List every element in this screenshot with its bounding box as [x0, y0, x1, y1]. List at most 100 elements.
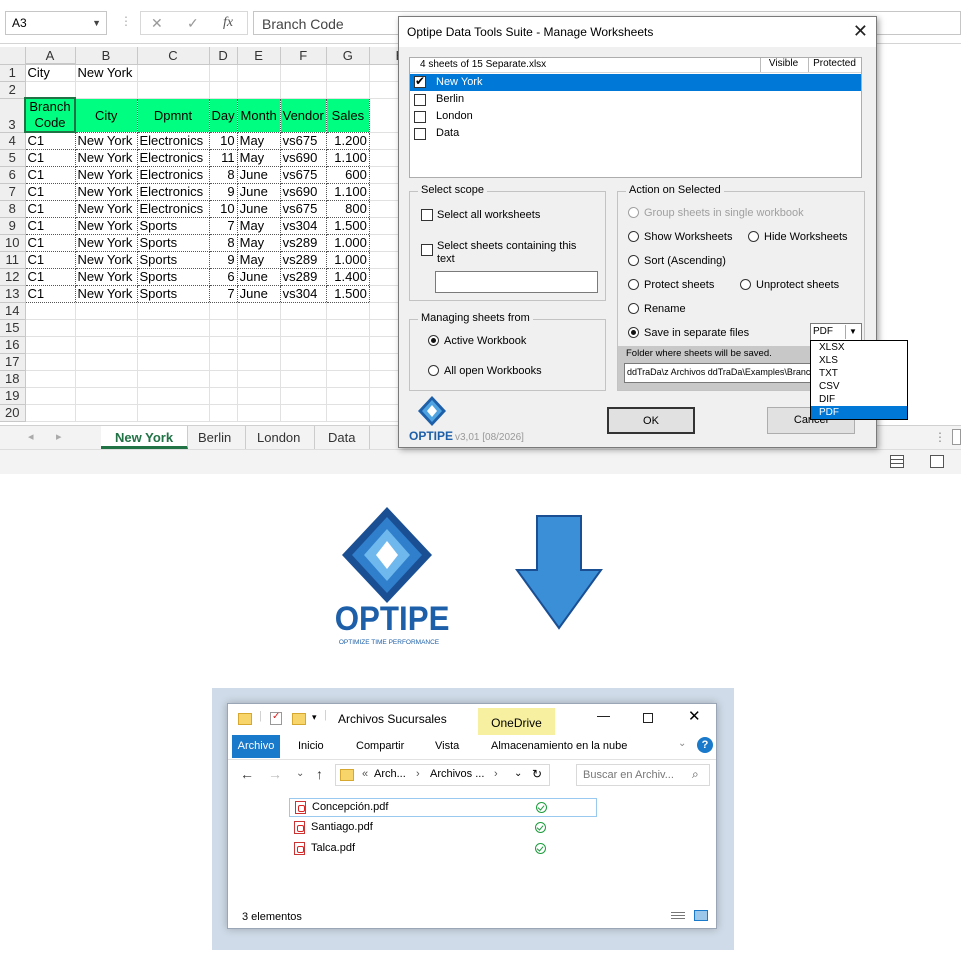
row-header[interactable]: 17	[0, 353, 26, 371]
chevron-down-icon[interactable]: ⌄	[678, 738, 686, 749]
row-header[interactable]: 12	[0, 268, 26, 286]
list-item[interactable]: ✔ New York	[410, 74, 861, 91]
select-containing-checkbox[interactable]	[421, 244, 433, 256]
cell[interactable]: Electronics	[136, 182, 210, 201]
cell[interactable]: C1	[24, 131, 76, 150]
row-header[interactable]: 18	[0, 370, 26, 388]
select-all-checkbox[interactable]	[421, 209, 433, 221]
tab-new-york[interactable]: New York	[101, 426, 189, 449]
ok-button[interactable]: OK	[607, 407, 695, 434]
cell[interactable]: June	[236, 284, 281, 303]
tab-prev-icon[interactable]: ◂	[28, 430, 34, 443]
row-header[interactable]: 3	[0, 98, 26, 133]
cell[interactable]: vs304	[279, 216, 327, 235]
cell[interactable]: vs690	[279, 148, 327, 167]
cell[interactable]: 8	[208, 165, 238, 184]
cell[interactable]: 800	[325, 199, 370, 218]
close-icon[interactable]: ✕	[688, 707, 701, 725]
cell[interactable]: Electronics	[136, 165, 210, 184]
header-cell[interactable]: Day	[208, 97, 238, 133]
cell[interactable]: C1	[24, 182, 76, 201]
list-item[interactable]: Concepción.pdf	[289, 798, 597, 817]
cell[interactable]: Sports	[136, 233, 210, 252]
maximize-icon[interactable]	[643, 713, 653, 723]
cell[interactable]: C1	[24, 148, 76, 167]
format-option-selected[interactable]: PDF	[811, 406, 907, 419]
row-header[interactable]: 19	[0, 387, 26, 405]
cell[interactable]: New York	[74, 165, 138, 184]
ribbon-tab-cloud[interactable]: Almacenamiento en la nube	[491, 740, 627, 752]
chevron-down-icon[interactable]: ⌄	[514, 768, 522, 779]
cell[interactable]: Electronics	[136, 199, 210, 218]
cell[interactable]: 1.000	[325, 233, 370, 252]
close-icon[interactable]: ✕	[853, 21, 868, 42]
confirm-icon[interactable]: ✓	[187, 15, 199, 32]
row-header[interactable]: 15	[0, 319, 26, 337]
cell[interactable]: Sports	[136, 267, 210, 286]
format-select[interactable]: PDF ▼	[810, 323, 862, 341]
name-box[interactable]: A3 ▼	[5, 11, 107, 35]
cancel-icon[interactable]: ✕	[151, 15, 163, 32]
new-folder-icon[interactable]	[292, 713, 306, 725]
cell[interactable]: New York	[74, 182, 138, 201]
cell[interactable]: New York	[74, 250, 138, 269]
column-header[interactable]: C	[137, 47, 210, 65]
normal-view-icon[interactable]	[890, 455, 904, 468]
row-header[interactable]: 20	[0, 404, 26, 422]
quick-access-dropdown-icon[interactable]: ▾	[312, 712, 317, 723]
breadcrumb-item[interactable]: Arch...	[374, 768, 406, 780]
cell[interactable]: C1	[24, 267, 76, 286]
header-cell[interactable]: Branch Code	[24, 97, 76, 133]
back-icon[interactable]: ←	[240, 766, 254, 782]
tab-london[interactable]: London	[243, 426, 316, 449]
cell[interactable]: 1.000	[325, 250, 370, 269]
cell[interactable]: New York	[74, 216, 138, 235]
cell[interactable]: vs675	[279, 165, 327, 184]
onedrive-tab[interactable]: OneDrive	[478, 708, 555, 735]
cell[interactable]: 6	[208, 267, 238, 286]
list-item[interactable]: Talca.pdf	[289, 840, 597, 859]
ribbon-tab-inicio[interactable]: Inicio	[298, 740, 324, 752]
format-option[interactable]: CSV	[811, 380, 907, 393]
breadcrumb-item[interactable]: Archivos ...	[430, 768, 484, 780]
all-open-radio[interactable]	[428, 365, 439, 376]
row-header[interactable]: 4	[0, 132, 26, 150]
sort-radio[interactable]	[628, 255, 639, 266]
unprotect-radio[interactable]	[740, 279, 751, 290]
cell[interactable]: June	[236, 165, 281, 184]
cell[interactable]: vs690	[279, 182, 327, 201]
cell[interactable]: Sports	[136, 216, 210, 235]
cell[interactable]: New York	[74, 284, 138, 303]
cell[interactable]: 1.500	[325, 216, 370, 235]
row-header[interactable]: 1	[0, 64, 26, 82]
cell[interactable]: June	[236, 199, 281, 218]
cell[interactable]: New York	[74, 199, 138, 218]
large-icons-view-icon[interactable]	[694, 910, 708, 921]
cell[interactable]: New York	[74, 267, 138, 286]
row-header[interactable]: 9	[0, 217, 26, 235]
cell[interactable]: New York	[74, 233, 138, 252]
column-header[interactable]: D	[209, 47, 238, 65]
header-cell[interactable]: Month	[236, 97, 281, 133]
list-item[interactable]: London	[410, 108, 861, 125]
row-header[interactable]: 2	[0, 81, 26, 99]
tab-next-icon[interactable]: ▸	[56, 430, 62, 443]
col-visible[interactable]: Visible	[760, 58, 806, 72]
cell[interactable]: vs289	[279, 250, 327, 269]
checkbox[interactable]	[414, 128, 426, 140]
hide-worksheets-radio[interactable]	[748, 231, 759, 242]
column-header[interactable]: F	[280, 47, 327, 65]
checkbox-checked[interactable]: ✔	[414, 74, 426, 88]
header-cell[interactable]: Vendor	[279, 97, 327, 133]
col-protected[interactable]: Protected	[808, 58, 860, 72]
row-header[interactable]: 14	[0, 302, 26, 320]
column-header[interactable]: G	[326, 47, 370, 65]
cell[interactable]: 7	[208, 284, 238, 303]
search-input[interactable]: Buscar en Archiv...	[576, 764, 710, 786]
row-header[interactable]: 16	[0, 336, 26, 354]
properties-icon[interactable]: ✓	[270, 711, 282, 725]
cell[interactable]: 7	[208, 216, 238, 235]
page-layout-icon[interactable]	[930, 455, 944, 468]
checkbox[interactable]	[414, 111, 426, 123]
minimize-icon[interactable]: —	[597, 708, 610, 723]
